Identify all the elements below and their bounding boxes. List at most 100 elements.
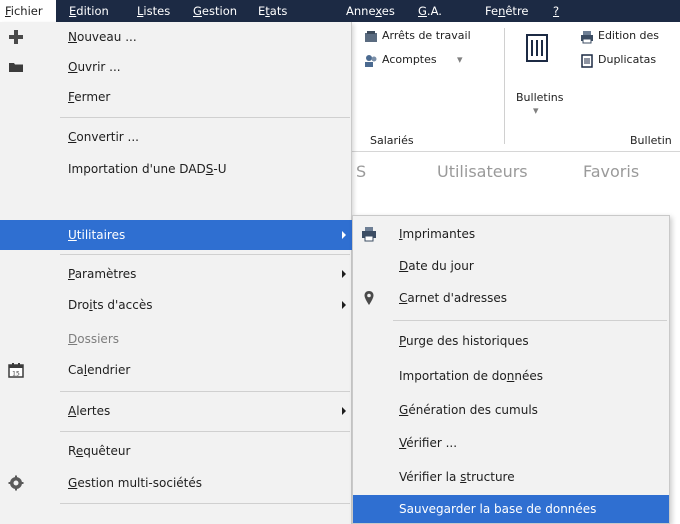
menu-item-label-pre: Dro xyxy=(68,298,90,312)
submenu-item-label: Sauvegarder la base de données xyxy=(399,495,596,523)
menu-item-ouvrir[interactable]: Ouvrir ... xyxy=(0,52,352,82)
submenu-item-label: Génération des cumuls xyxy=(399,396,538,424)
menu-fichier-rest: ichier xyxy=(10,4,43,18)
submenu-arrow-icon xyxy=(342,407,346,415)
gear-icon xyxy=(8,475,24,491)
menu-item-label-rest: ossiers xyxy=(77,332,119,346)
ribbon-edition[interactable]: Edition des xyxy=(598,29,659,42)
menu-listes[interactable]: Listes xyxy=(137,0,170,22)
submenu-arrow-icon xyxy=(342,270,346,278)
menu-item-dossiers: Dossiers xyxy=(0,324,352,354)
menu-item-label: Nouveau ... xyxy=(68,22,137,52)
menu-item-label-rest: uvrir ... xyxy=(77,60,121,74)
menu-item-label-rest: onvertir ... xyxy=(76,130,139,144)
menu-item-parametres[interactable]: Paramètres xyxy=(0,259,352,289)
bulletins-icon xyxy=(526,34,548,62)
menu-item-alertes[interactable]: Alertes xyxy=(0,396,352,426)
submenu-item-purge-historiques[interactable]: Purge des historiques xyxy=(353,327,669,355)
menu-edition[interactable]: Edition xyxy=(69,0,109,22)
menu-item-requeteur[interactable]: Requêteur xyxy=(0,436,352,466)
menu-item-label: Alertes xyxy=(68,396,110,426)
submenu-item-label: Vérifier ... xyxy=(399,429,457,457)
menu-fenetre-pre: Fe xyxy=(485,4,499,18)
tab-favoris[interactable]: Favoris xyxy=(583,162,639,181)
ribbon-acomptes[interactable]: Acomptes xyxy=(382,53,437,66)
tabs-row: S Utilisateurs Favoris xyxy=(340,152,680,192)
utilitaires-submenu: Imprimantes Date du jour Carnet d'adress… xyxy=(352,215,670,524)
submenu-item-sauvegarder-base[interactable]: Sauvegarder la base de données xyxy=(353,495,669,523)
tab-utilisateurs[interactable]: Utilisateurs xyxy=(437,162,528,181)
ribbon-bulletins[interactable]: Bulletins xyxy=(516,91,563,104)
group-salaries: Salariés xyxy=(370,134,414,147)
menu-item-label-accel: U xyxy=(68,228,77,242)
menu-ga[interactable]: G.A. xyxy=(418,0,442,22)
folder-icon xyxy=(9,63,23,72)
plus-icon xyxy=(9,30,23,44)
submenu-item-imprimantes[interactable]: Imprimantes xyxy=(353,220,669,248)
ribbon: Arrêts de travail Acomptes ▾ Salariés Bu… xyxy=(340,22,680,152)
submenu-item-label: Carnet d'adresses xyxy=(399,284,507,312)
fichier-menu: Nouveau ... Ouvrir ... Fermer Convertir … xyxy=(0,22,352,524)
menu-gestion-accel: G xyxy=(193,4,202,18)
menu-item-label-rest: lertes xyxy=(76,404,111,418)
menu-item-label-rest: estion multi-sociétés xyxy=(77,476,202,490)
menu-fichier[interactable]: Fichier xyxy=(0,0,56,22)
menu-item-label-rest: aramètres xyxy=(74,267,137,281)
map-pin-icon xyxy=(364,291,374,305)
menu-separator xyxy=(60,431,350,432)
duplicate-icon xyxy=(581,54,593,68)
menu-item-label-rest: ermer xyxy=(74,90,111,104)
submenu-item-carnet-adresses[interactable]: Carnet d'adresses xyxy=(353,284,669,312)
ribbon-duplicatas[interactable]: Duplicatas xyxy=(598,53,656,66)
menu-item-label-rest: ts d'accès xyxy=(92,298,153,312)
menu-gestion[interactable]: Gestion xyxy=(193,0,237,22)
menu-fenetre[interactable]: Fenêtre xyxy=(485,0,529,22)
menu-ga-rest: .A. xyxy=(426,4,442,18)
menu-help-accel: ? xyxy=(553,4,560,18)
menu-item-fermer[interactable]: Fermer xyxy=(0,82,352,112)
menu-bar: Fichier Edition Listes Gestion Etats Ann… xyxy=(0,0,680,22)
menu-item-utilitaires[interactable]: Utilitaires xyxy=(0,220,352,250)
submenu-item-label-rest: arnet d'adresses xyxy=(407,291,508,305)
menu-annexes-pre: Anne xyxy=(346,4,376,18)
menu-item-label-accel: N xyxy=(68,30,77,44)
menu-item-label-rest: -U xyxy=(213,162,227,176)
ribbon-arrets[interactable]: Arrêts de travail xyxy=(382,29,471,42)
menu-item-label: Paramètres xyxy=(68,259,136,289)
menu-item-label: Fermer xyxy=(68,82,110,112)
submenu-item-label: Vérifier la structure xyxy=(399,463,515,491)
menu-item-gestion-multi-societes[interactable]: Gestion multi-sociétés xyxy=(0,468,352,498)
submenu-item-generation-cumuls[interactable]: Génération des cumuls xyxy=(353,396,669,424)
menu-etats[interactable]: Etats xyxy=(258,0,287,22)
printer-icon xyxy=(362,227,376,242)
menu-item-calendrier[interactable]: 15 Calendrier xyxy=(0,355,352,385)
menu-item-convertir[interactable]: Convertir ... xyxy=(0,122,352,152)
menu-item-label: Dossiers xyxy=(68,324,119,354)
submenu-item-label-accel: D xyxy=(399,259,409,273)
submenu-item-date-du-jour[interactable]: Date du jour xyxy=(353,252,669,280)
submenu-item-verifier[interactable]: Vérifier ... xyxy=(353,429,669,457)
menu-item-label-rest: endrier xyxy=(87,363,131,377)
menu-item-label-accel: P xyxy=(68,267,75,281)
menu-item-label-accel: D xyxy=(68,332,78,346)
menu-annexes[interactable]: Annexes xyxy=(346,0,395,22)
menu-separator xyxy=(60,254,350,255)
dropdown-arrow-icon[interactable]: ▾ xyxy=(457,53,463,66)
tab-s[interactable]: S xyxy=(356,162,366,181)
menu-listes-rest: istes xyxy=(143,4,171,18)
menu-ga-accel: G xyxy=(418,4,427,18)
submenu-item-label-rest: tructure xyxy=(466,470,515,484)
menu-help[interactable]: ? xyxy=(553,0,559,22)
bulletins-dropdown-icon[interactable]: ▾ xyxy=(533,104,539,117)
submenu-item-verifier-structure[interactable]: Vérifier la structure xyxy=(353,463,669,491)
menu-item-importation-dads[interactable]: Importation d'une DADS-U xyxy=(0,154,352,184)
submenu-item-importation-donnees[interactable]: Importation de données xyxy=(353,362,669,390)
menu-item-nouveau[interactable]: Nouveau ... xyxy=(0,22,352,52)
menu-separator xyxy=(60,503,350,504)
submenu-item-label-accel: G xyxy=(399,403,409,417)
menu-item-droits-acces[interactable]: Droits d'accès xyxy=(0,290,352,320)
menu-item-label: Utilitaires xyxy=(68,220,125,250)
print-icon xyxy=(581,31,593,44)
submenu-arrow-icon xyxy=(342,231,346,239)
menu-item-label: Convertir ... xyxy=(68,122,139,152)
